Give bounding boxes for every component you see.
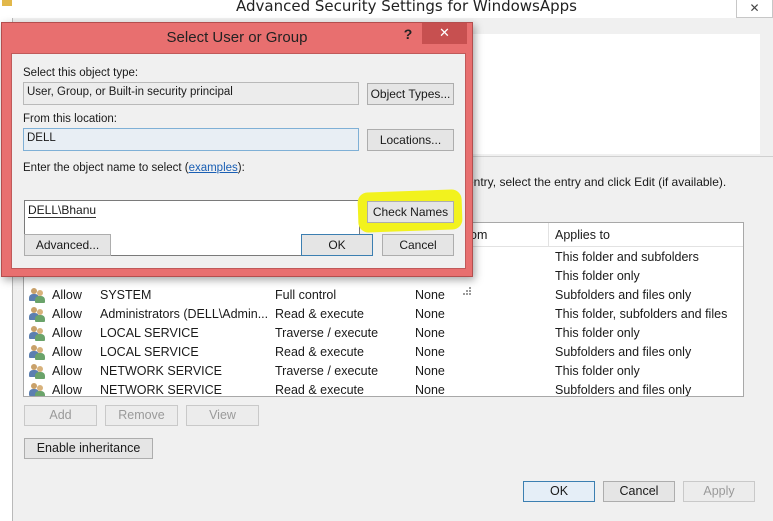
object-names-value: DELL\Bhanu [28, 203, 97, 218]
users-icon [29, 382, 45, 396]
parent-window-title: Advanced Security Settings for WindowsAp… [236, 0, 577, 15]
cell-permission: Read & execute [275, 345, 364, 359]
cell-principal: LOCAL SERVICE [100, 326, 199, 340]
cell-principal: NETWORK SERVICE [100, 383, 223, 397]
cell-access: Allow [52, 383, 82, 397]
locations-button[interactable]: Locations... [367, 129, 454, 151]
cell-permission: Read & execute [275, 383, 364, 397]
users-icon [29, 287, 45, 303]
enable-inheritance-button[interactable]: Enable inheritance [24, 438, 153, 459]
cell-principal: SYSTEM [100, 288, 152, 302]
cell-principal: LOCAL SERVICE [100, 345, 199, 359]
examples-link[interactable]: examples [189, 162, 238, 174]
dialog-close-button[interactable]: ✕ [422, 23, 467, 44]
remove-button[interactable]: Remove [105, 405, 178, 426]
parent-close-button[interactable]: ✕ [736, 0, 773, 18]
table-row[interactable]: Allow SYSTEM Full control None Subfolders an… [24, 286, 743, 305]
cell-applies-to: This folder, subfolders and files [555, 307, 728, 321]
column-separator [548, 223, 549, 247]
cell-applies-to: Subfolders and files only [555, 383, 692, 397]
cell-principal: NETWORK SERVICE [100, 364, 223, 378]
users-icon [29, 363, 45, 379]
cell-applies-to: This folder only [555, 364, 640, 378]
parent-titlebar: Advanced Security Settings for WindowsAp… [0, 0, 773, 18]
cell-permission: Read & execute [275, 307, 364, 321]
advanced-button[interactable]: Advanced... [24, 234, 111, 256]
help-button[interactable]: ? [398, 26, 418, 44]
object-type-label: Select this object type: [23, 67, 139, 79]
users-icon [29, 344, 45, 360]
cell-inherited: None [415, 345, 445, 359]
cell-access: Allow [52, 364, 82, 378]
cell-applies-to: This folder only [555, 326, 640, 340]
cell-access: Allow [52, 345, 82, 359]
parent-ok-button[interactable]: OK [523, 481, 595, 502]
divider [460, 156, 773, 157]
cell-applies-to: This folder and subfolders [555, 250, 699, 264]
ok-button[interactable]: OK [301, 234, 373, 256]
cell-access: Allow [52, 307, 82, 321]
folder-icon [2, 0, 12, 6]
select-user-or-group-dialog: Select User or Group ? ✕ Select this obj… [1, 22, 473, 295]
location-label: From this location: [23, 113, 117, 125]
table-row[interactable]: Allow NETWORK SERVICE Traverse / execute No… [24, 362, 743, 381]
cell-inherited: None [415, 307, 445, 321]
view-button[interactable]: View [186, 405, 259, 426]
cell-permission: Full control [275, 288, 337, 302]
cell-inherited: None [415, 288, 445, 302]
cell-applies-to: This folder only [555, 269, 640, 283]
cell-inherited: None [415, 326, 445, 340]
users-icon [29, 325, 45, 341]
table-row[interactable]: Allow LOCAL SERVICE Traverse / execute None… [24, 324, 743, 343]
cell-inherited: None [415, 383, 445, 397]
names-label-prefix: Enter the object name to select ( [23, 162, 189, 174]
check-names-button[interactable]: Check Names [367, 201, 454, 223]
names-label-suffix: ): [237, 162, 245, 174]
cell-inherited: None [415, 364, 445, 378]
parent-cancel-button[interactable]: Cancel [603, 481, 675, 502]
location-field: DELL [23, 128, 359, 151]
add-button[interactable]: Add [24, 405, 97, 426]
column-header-applies-to[interactable]: Applies to [555, 228, 610, 242]
permissions-instruction: entry, select the entry and click Edit (… [467, 175, 727, 189]
apply-button[interactable]: Apply [683, 481, 755, 502]
cell-permission: Traverse / execute [275, 364, 379, 378]
cell-principal: Administrators (DELL\Admin... [100, 307, 269, 321]
cell-applies-to: Subfolders and files only [555, 345, 692, 359]
table-row[interactable]: Allow Administrators (DELL\Admin... Read &… [24, 305, 743, 324]
resize-grip-icon[interactable] [460, 286, 472, 298]
cell-access: Allow [52, 288, 82, 302]
cancel-button[interactable]: Cancel [382, 234, 454, 256]
cell-permission: Traverse / execute [275, 326, 379, 340]
dialog-content: Select this object type: User, Group, or… [11, 53, 471, 295]
table-row[interactable]: Allow NETWORK SERVICE Read & execute None Su… [24, 381, 743, 397]
object-type-field: User, Group, or Built-in security princi… [23, 82, 359, 105]
cell-access: Allow [52, 326, 82, 340]
object-types-button[interactable]: Object Types... [367, 83, 454, 105]
users-icon [29, 306, 45, 322]
table-row[interactable]: Allow LOCAL SERVICE Read & execute None Subf… [24, 343, 743, 362]
owner-info-panel [460, 34, 760, 154]
cell-applies-to: Subfolders and files only [555, 288, 692, 302]
object-names-label: Enter the object name to select (example… [23, 162, 245, 174]
